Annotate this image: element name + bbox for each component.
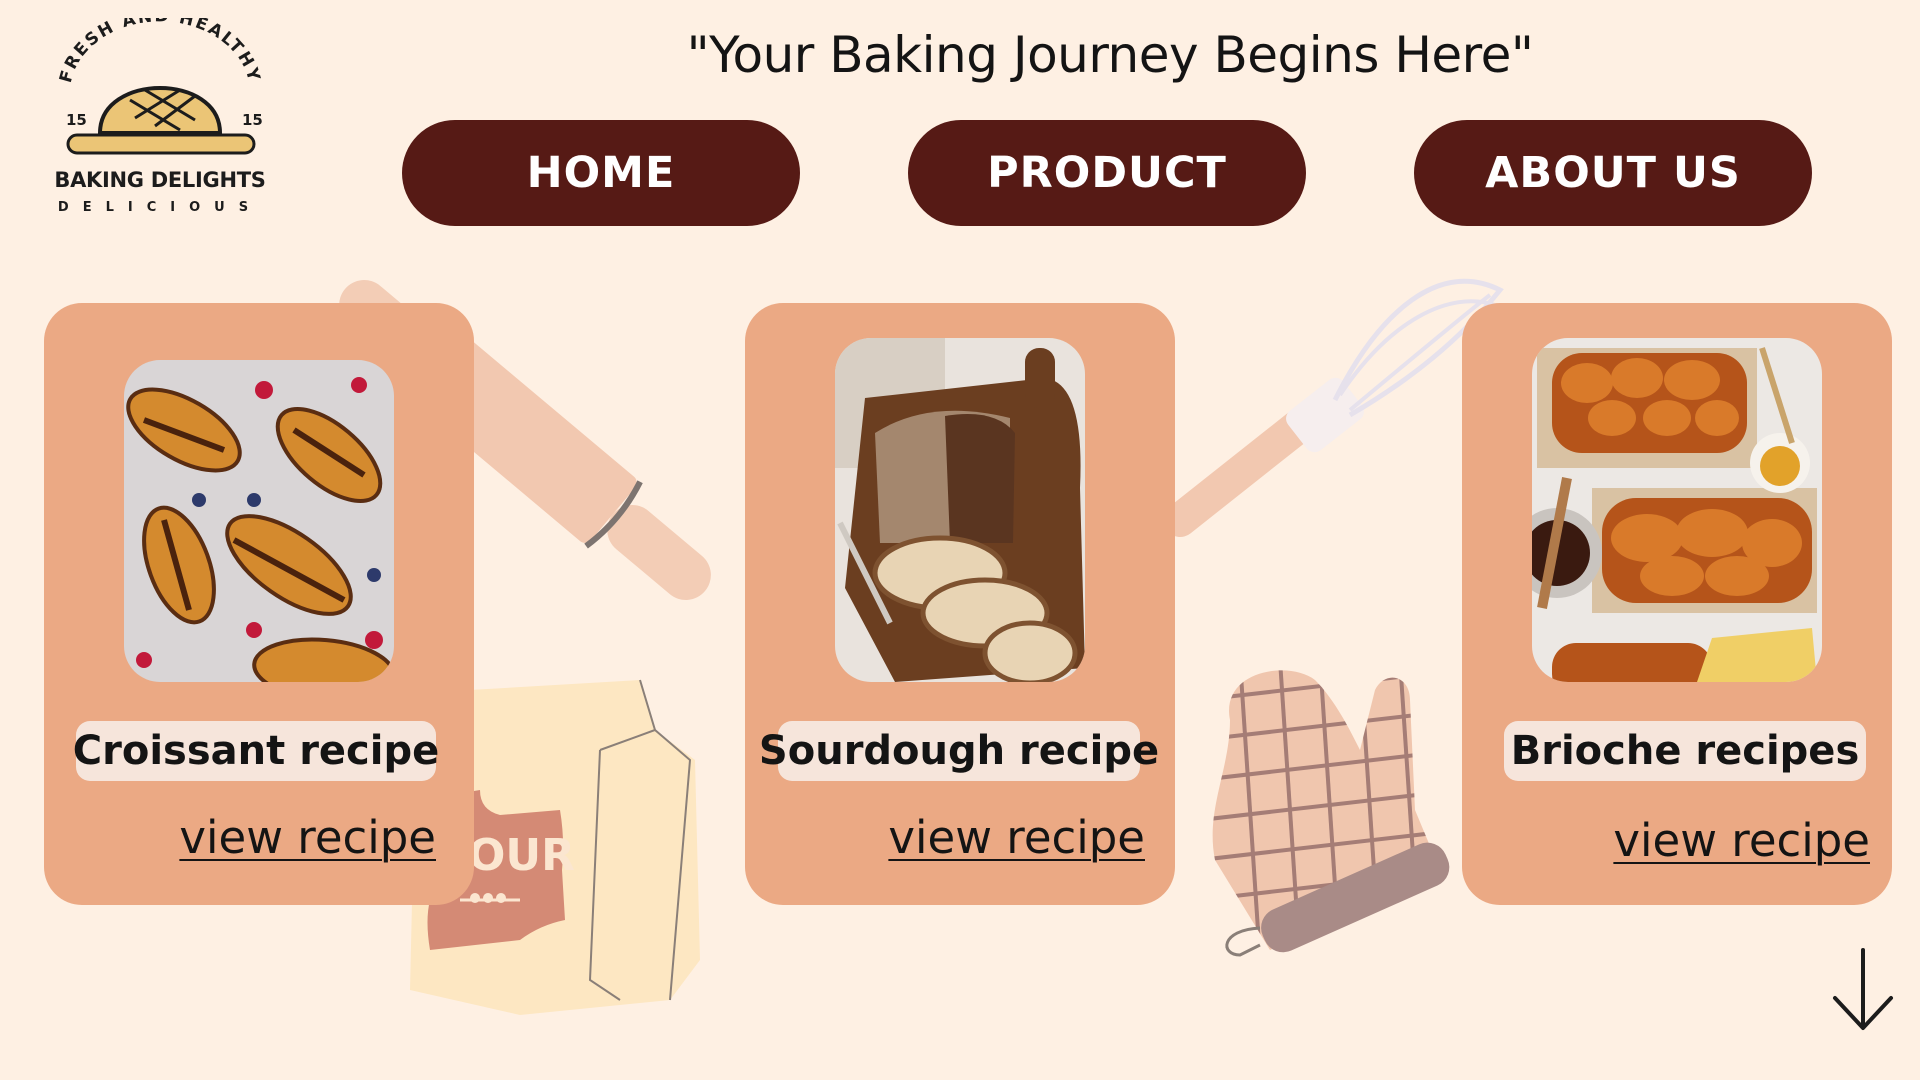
nav-product-button[interactable]: PRODUCT [908, 120, 1306, 226]
nav-about-us-button[interactable]: ABOUT US [1414, 120, 1812, 226]
arrow-down-icon[interactable] [1832, 948, 1894, 1032]
recipe-card-croissant: Croissant recipe view recipe [44, 303, 474, 905]
recipe-card-brioche: Brioche recipes view recipe [1462, 303, 1892, 905]
view-recipe-link-croissant[interactable]: view recipe [179, 811, 436, 864]
sourdough-photo[interactable] [835, 338, 1085, 682]
brand-logo[interactable]: FRESH AND HEALTHY 15 15 BAKING DELIGHTS … [50, 18, 280, 228]
brioche-photo[interactable] [1532, 338, 1822, 682]
logo-number-right: 15 [242, 111, 263, 129]
flour-bag-label: OUR [468, 830, 575, 881]
nav-home-button[interactable]: HOME [402, 120, 800, 226]
view-recipe-link-brioche[interactable]: view recipe [1613, 814, 1870, 867]
recipe-title-brioche: Brioche recipes [1504, 721, 1866, 781]
bread-logo-icon: FRESH AND HEALTHY [56, 18, 264, 155]
whisk-illustration [1170, 278, 1504, 537]
logo-brand-name: BAKING DELIGHTS [54, 168, 266, 192]
logo-arc-text: FRESH AND HEALTHY [56, 18, 262, 85]
croissant-photo[interactable] [124, 360, 394, 682]
recipe-title-sourdough: Sourdough recipe [759, 721, 1159, 781]
view-recipe-link-sourdough[interactable]: view recipe [888, 811, 1145, 864]
recipe-card-sourdough: Sourdough recipe view recipe [745, 303, 1175, 905]
svg-text:FRESH AND HEALTHY: FRESH AND HEALTHY [56, 18, 264, 85]
oven-mitt-illustration [1212, 670, 1450, 957]
page-tagline: "Your Baking Journey Begins Here" [686, 26, 1534, 84]
logo-number-left: 15 [66, 111, 87, 129]
logo-tagline: DELICIOUS [57, 200, 263, 215]
recipe-title-croissant: Croissant recipe [73, 721, 439, 781]
